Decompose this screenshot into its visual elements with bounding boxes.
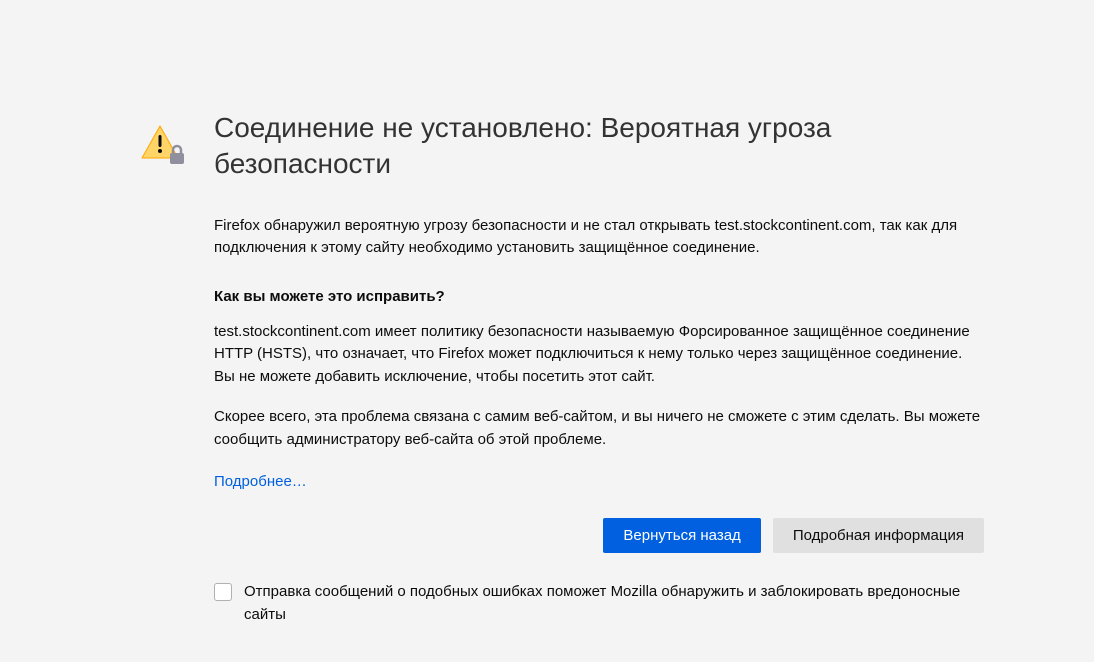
go-back-button[interactable]: Вернуться назад (603, 518, 760, 553)
report-errors-row: Отправка сообщений о подобных ошибках по… (214, 581, 984, 626)
page-title: Соединение не установлено: Вероятная угр… (214, 110, 984, 183)
report-errors-checkbox[interactable] (214, 583, 232, 601)
advice-text: Скорее всего, эта проблема связана с сам… (214, 406, 984, 451)
more-info-button[interactable]: Подробная информация (773, 518, 984, 553)
intro-text: Firefox обнаружил вероятную угрозу безоп… (214, 215, 984, 260)
learn-more-link[interactable]: Подробнее… (214, 473, 307, 490)
content-column: Соединение не установлено: Вероятная угр… (214, 110, 984, 626)
subtitle-text: Как вы можете это исправить? (214, 288, 984, 305)
warning-insecure-icon (140, 155, 188, 172)
error-page-container: Соединение не установлено: Вероятная угр… (0, 0, 1094, 626)
report-errors-label[interactable]: Отправка сообщений о подобных ошибках по… (244, 581, 984, 626)
button-row: Вернуться назад Подробная информация (214, 518, 984, 553)
hsts-explanation: test.stockcontinent.com имеет политику б… (214, 321, 984, 389)
icon-column (140, 120, 188, 172)
